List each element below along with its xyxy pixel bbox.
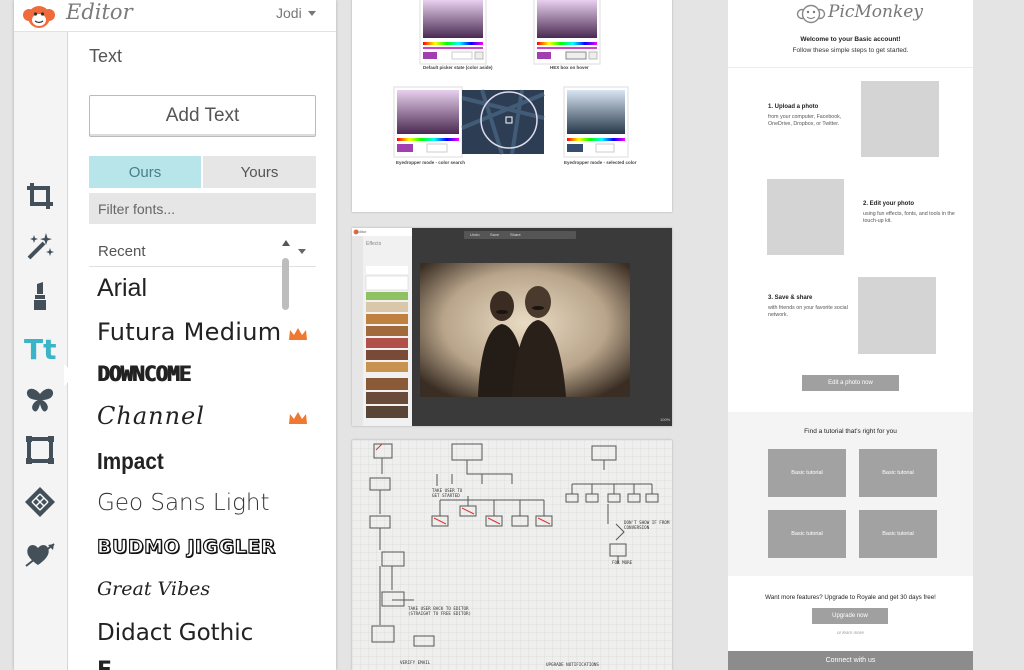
svg-text:CONVERSION: CONVERSION	[624, 525, 650, 530]
screenshot-zoom: 100%	[660, 417, 671, 422]
tab-yours[interactable]: Yours	[203, 156, 316, 188]
step-2-image-placeholder	[767, 179, 844, 255]
color-picker-mockups	[393, 0, 629, 158]
font-item-partial[interactable]: F	[97, 658, 112, 670]
step-3-title: 3. Save & share	[768, 295, 813, 301]
step-3-desc: with friends on your favorite social net…	[768, 305, 848, 318]
color-picker-spec-card[interactable]: Default picker state (color aside) HEX b…	[352, 0, 672, 212]
user-menu[interactable]: Jodi	[276, 5, 302, 21]
edit-photo-button[interactable]: Edit a photo now	[802, 375, 899, 391]
themes-heart-arrow-icon[interactable]	[22, 536, 58, 572]
divider	[728, 67, 973, 68]
effects-wand-icon[interactable]	[22, 228, 58, 264]
text-panel: Text Add Text Ours Yours Recent	[68, 32, 336, 670]
svg-text:UPGRADE NOTIFICATIONS: UPGRADE NOTIFICATIONS	[546, 662, 599, 667]
step-1-title: 1. Upload a photo	[768, 104, 819, 110]
brand-wordmark: PicMonkey	[828, 2, 923, 22]
font-item-arial[interactable]: Arial	[97, 274, 147, 303]
editor-screenshot-card[interactable]: Editor Effects Undo Save Share 100%	[352, 228, 672, 426]
tab-ours[interactable]: Ours	[89, 156, 201, 188]
monkey-logo-icon	[796, 4, 826, 24]
crop-icon[interactable]	[22, 178, 58, 214]
editor-screenshot	[352, 228, 672, 426]
premium-crown-icon	[289, 412, 307, 424]
caption: Default picker state (color aside)	[423, 65, 493, 70]
premium-crown-icon	[289, 328, 307, 340]
connect-footer[interactable]: Connect with us	[728, 651, 973, 670]
tutorial-heading: Find a tutorial that's right for you	[804, 428, 897, 435]
font-category-label: Recent	[98, 243, 146, 260]
welcome-subheading: Follow these simple steps to get started…	[792, 47, 909, 54]
svg-text:(STRAIGHT TO FREE EDITOR): (STRAIGHT TO FREE EDITOR)	[408, 611, 471, 616]
upgrade-text: Want more features? Upgrade to Royale an…	[765, 594, 936, 601]
upgrade-button[interactable]: Upgrade now	[812, 608, 888, 624]
touchup-lipstick-icon[interactable]	[22, 278, 58, 314]
svg-text:Tt: Tt	[24, 333, 56, 364]
textures-icon[interactable]	[22, 484, 58, 520]
learn-more-link[interactable]: or learn more	[728, 630, 973, 635]
step-3-image-placeholder	[858, 277, 936, 354]
editor-title: Editor	[66, 0, 133, 24]
tutorial-tile[interactable]: Basic tutorial	[768, 449, 846, 497]
font-list-scrollbar[interactable]	[282, 258, 289, 310]
tutorial-tile[interactable]: Basic tutorial	[768, 510, 846, 558]
tool-rail: Tt	[14, 32, 76, 670]
tutorial-tile[interactable]: Basic tutorial	[859, 510, 937, 558]
frames-icon[interactable]	[22, 432, 58, 468]
step-2-title: 2. Edit your photo	[863, 201, 914, 207]
screenshot-panel: Effects	[366, 241, 382, 247]
font-item-geo-sans-light[interactable]: Geo Sans Light	[97, 490, 270, 516]
font-item-didact-gothic[interactable]: Didact Gothic	[97, 620, 253, 646]
step-1-desc: from your computer, Facebook, OneDrive, …	[768, 114, 842, 127]
add-text-button[interactable]: Add Text	[89, 95, 316, 137]
svg-text:GET STARTED: GET STARTED	[432, 493, 460, 498]
screenshot-toolbar-undo: Undo	[470, 232, 480, 237]
svg-text:FOR MORE: FOR MORE	[612, 560, 633, 565]
chevron-down-icon[interactable]	[308, 11, 316, 16]
font-item-impact[interactable]: Impact	[97, 448, 164, 475]
step-1-image-placeholder	[861, 81, 939, 157]
font-item-channel[interactable]: Channel	[97, 402, 205, 430]
editor-header: Editor Jodi	[14, 0, 336, 32]
screenshot-title: Editor	[356, 229, 367, 234]
welcome-heading: Welcome to your Basic account!	[800, 36, 901, 43]
font-item-great-vibes[interactable]: Great Vibes	[97, 578, 210, 600]
monkey-logo-icon[interactable]	[22, 2, 56, 30]
screenshot-toolbar-share: Share	[510, 232, 521, 237]
tutorial-tile[interactable]: Basic tutorial	[859, 449, 937, 497]
caption: Eyedropper mode - selected color	[564, 160, 637, 165]
chevron-down-icon[interactable]	[298, 249, 306, 254]
caption: HEX box on hover	[550, 65, 589, 70]
screenshot-toolbar-save: Save	[490, 232, 500, 237]
flow-sketch: TAKE USER TO GET STARTED TAKE USER BACK …	[352, 440, 672, 670]
caption: Eyedropper mode - color search	[396, 160, 466, 165]
text-icon[interactable]: Tt	[22, 330, 58, 366]
panel-title: Text	[89, 46, 123, 66]
font-item-budmo-jiggler[interactable]: BUDMO JIGGLER	[96, 535, 276, 558]
flow-sketch-card[interactable]: TAKE USER TO GET STARTED TAKE USER BACK …	[352, 440, 672, 670]
scroll-up-arrow-icon[interactable]	[282, 240, 290, 246]
overlays-butterfly-icon[interactable]	[22, 382, 58, 418]
step-2-desc: using fun effects, fonts, and tools in t…	[863, 211, 955, 224]
mockup-column: Default picker state (color aside) HEX b…	[352, 0, 672, 670]
svg-text:VERIFY EMAIL: VERIFY EMAIL	[400, 660, 431, 665]
tutorial-section: Find a tutorial that's right for you Bas…	[728, 412, 973, 576]
filter-fonts-input[interactable]	[89, 193, 316, 224]
font-item-downcome[interactable]: DOWNCOME	[97, 362, 191, 386]
picmonkey-welcome-email: PicMonkey Welcome to your Basic account!…	[728, 0, 973, 670]
font-item-futura-medium[interactable]: Futura Medium	[97, 318, 281, 346]
